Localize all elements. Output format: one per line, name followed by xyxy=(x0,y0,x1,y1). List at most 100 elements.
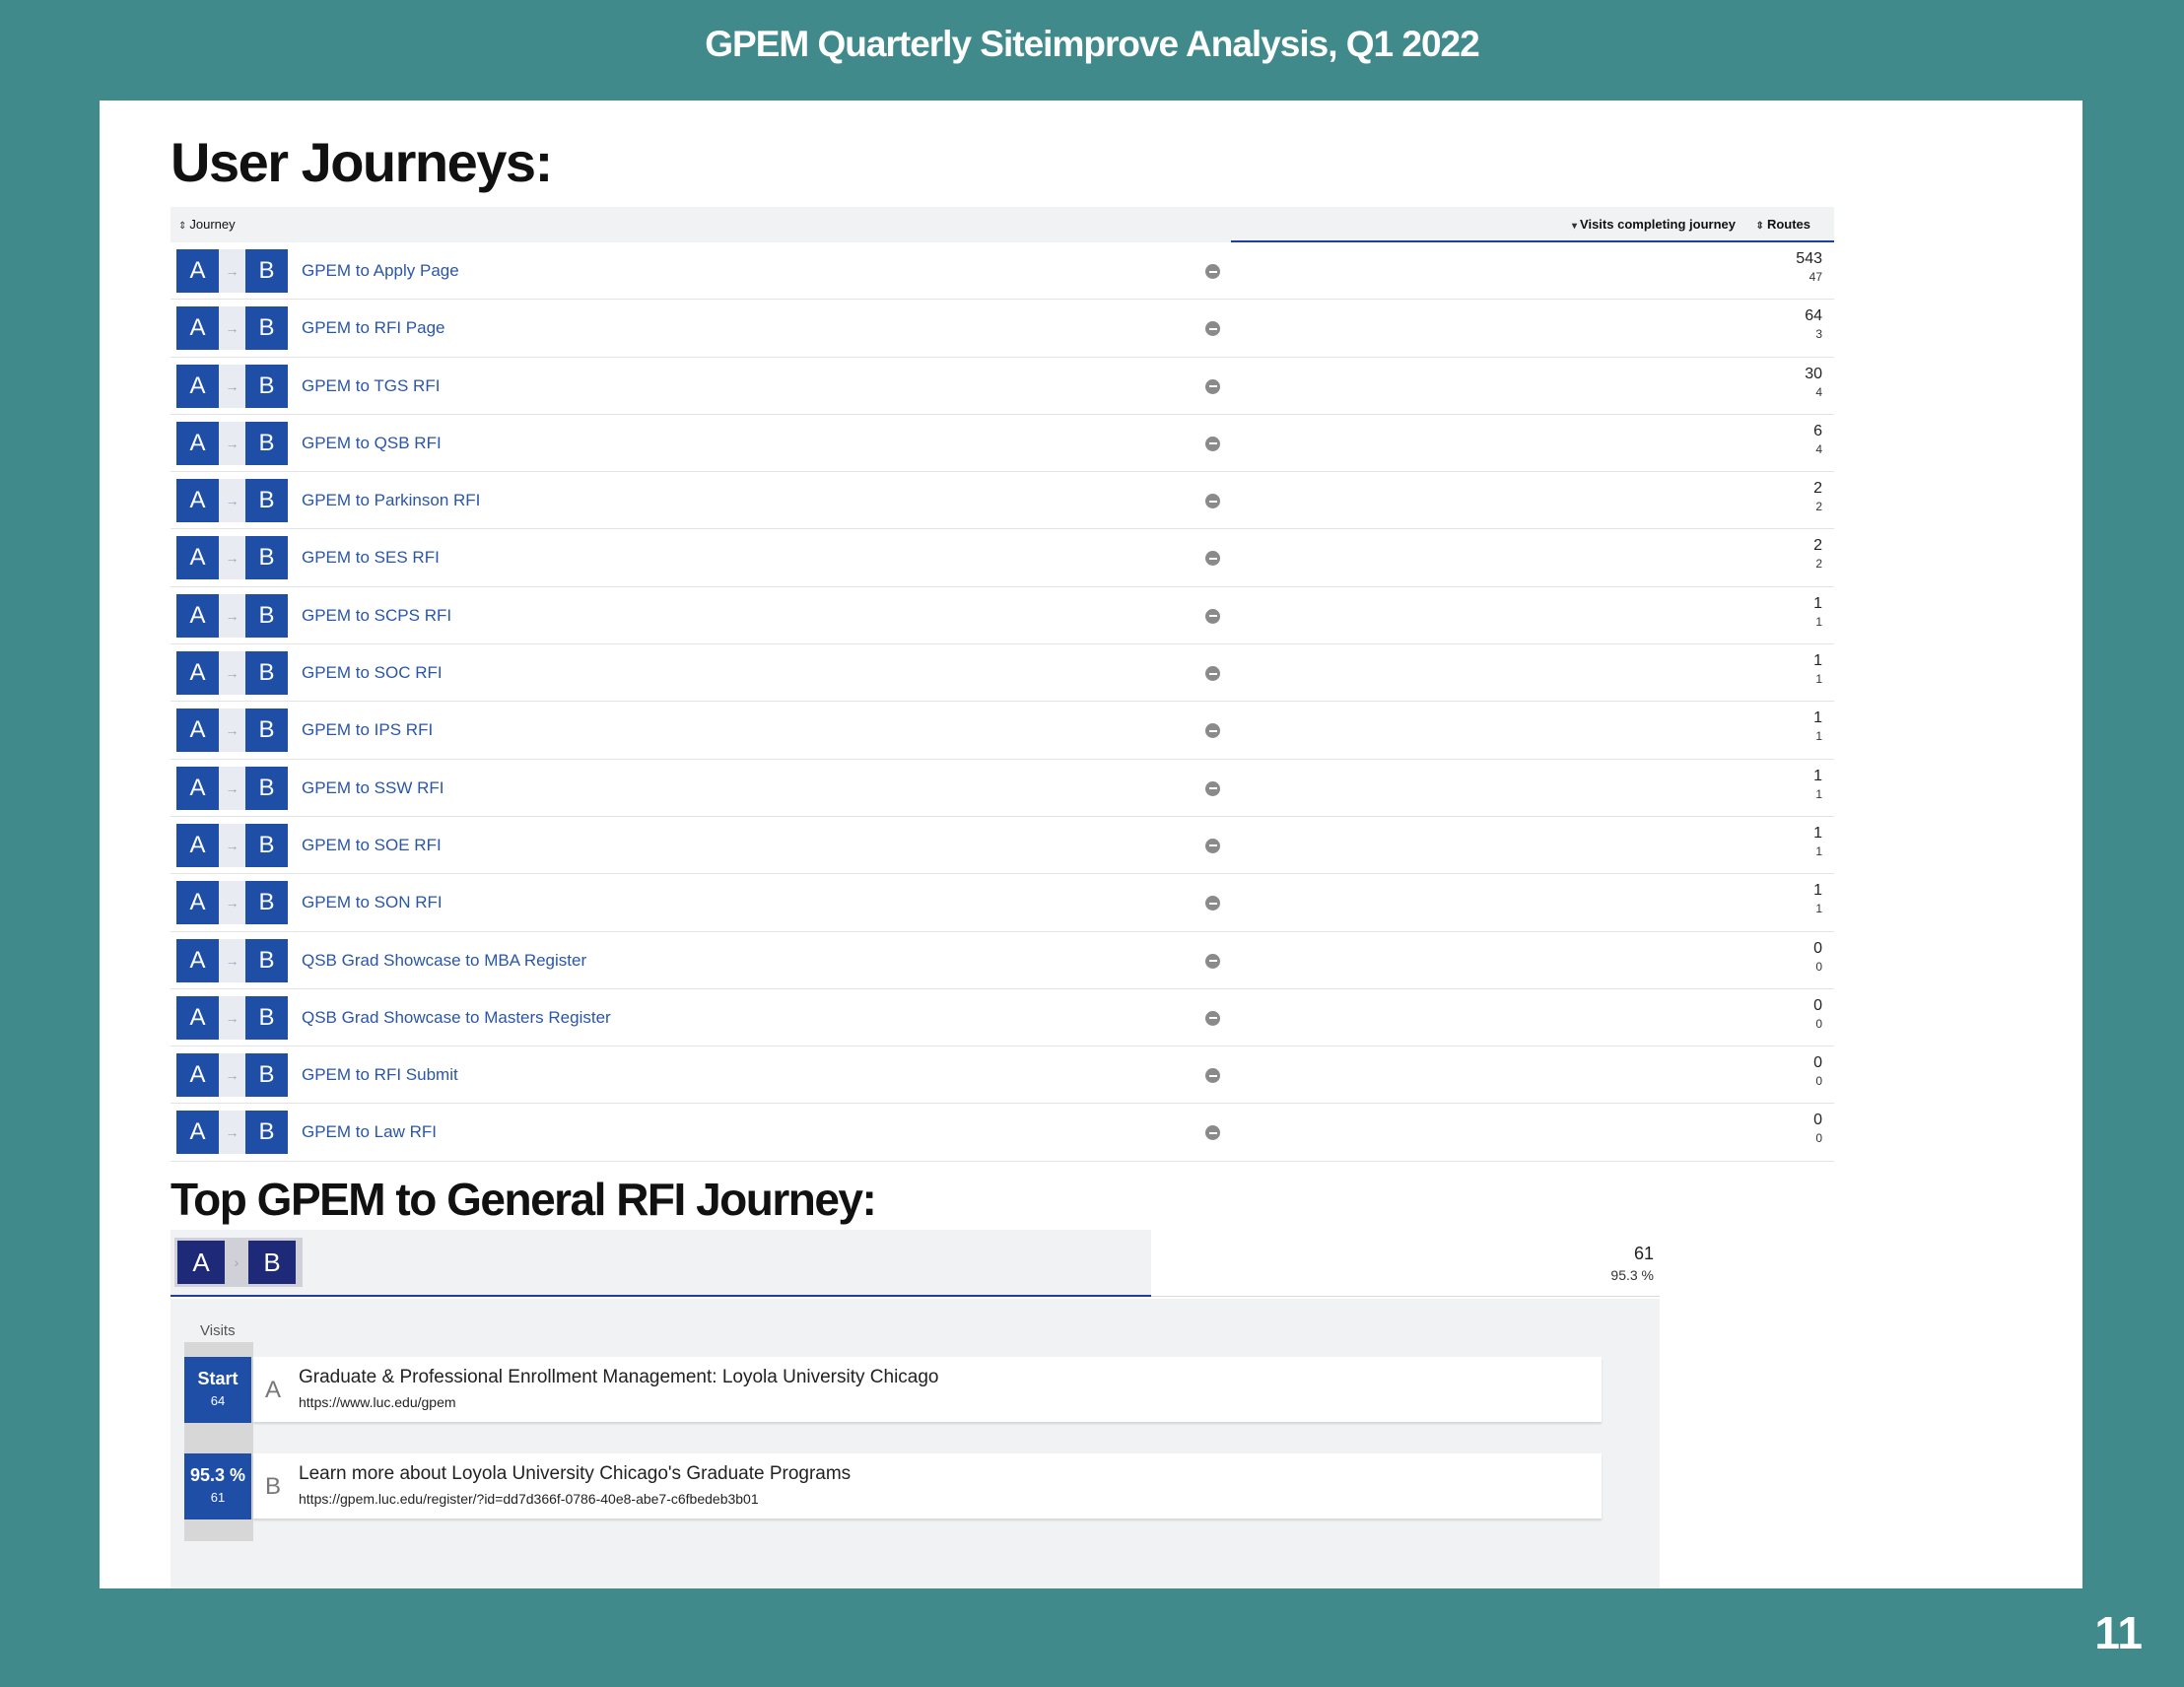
more-options-icon[interactable] xyxy=(1205,1068,1220,1084)
start-step-count: 64 xyxy=(210,1393,226,1408)
arrow-right-icon: → xyxy=(219,881,245,925)
arrow-right-icon: → xyxy=(219,823,245,867)
routes-value: 2 xyxy=(1815,557,1822,572)
more-options-icon[interactable] xyxy=(1205,494,1220,509)
ab-badge: A → B xyxy=(176,421,288,465)
column-header-visits[interactable]: ▾ Visits completing journey xyxy=(1572,217,1736,232)
table-row[interactable]: A → B GPEM to Law RFI 0 0 xyxy=(171,1104,1834,1162)
table-row[interactable]: A → B GPEM to SSW RFI 1 1 xyxy=(171,760,1834,817)
table-row[interactable]: A → B GPEM to SCPS RFI 1 1 xyxy=(171,587,1834,645)
end-point-icon: B xyxy=(248,1241,296,1284)
column-header-journey[interactable]: ⇕ Journey xyxy=(178,217,236,232)
journey-link[interactable]: GPEM to SON RFI xyxy=(302,893,443,912)
table-row[interactable]: A → B GPEM to QSB RFI 6 4 xyxy=(171,415,1834,473)
more-options-icon[interactable] xyxy=(1205,1010,1220,1026)
start-point-icon: A xyxy=(176,479,219,523)
routes-value: 4 xyxy=(1815,384,1822,399)
table-row[interactable]: A → B QSB Grad Showcase to Masters Register… xyxy=(171,989,1834,1047)
routes-value: 1 xyxy=(1815,672,1822,687)
table-row[interactable]: A → B GPEM to IPS RFI 1 1 xyxy=(171,702,1834,760)
column-header-routes[interactable]: ⇕ Routes xyxy=(1756,217,1810,232)
more-options-icon[interactable] xyxy=(1205,896,1220,911)
ab-badge: A → B xyxy=(176,651,288,696)
more-options-icon[interactable] xyxy=(1205,436,1220,451)
start-step-label: Start xyxy=(197,1369,239,1388)
top-journey-header[interactable]: A › B 61 95.3 % xyxy=(171,1230,1660,1299)
top-journey-visits: 61 xyxy=(1633,1244,1654,1263)
journey-link[interactable]: GPEM to Apply Page xyxy=(302,261,459,281)
top-journey-stats: 61 95.3 % xyxy=(1151,1230,1660,1297)
journey-link[interactable]: GPEM to SOE RFI xyxy=(302,836,442,855)
journey-link[interactable]: GPEM to SOC RFI xyxy=(302,663,443,683)
column-header-journey-label: Journey xyxy=(189,217,236,232)
start-point-icon: A xyxy=(176,766,219,810)
journey-link[interactable]: GPEM to SES RFI xyxy=(302,548,440,568)
routes-value: 47 xyxy=(1809,270,1822,284)
journey-link[interactable]: GPEM to RFI Page xyxy=(302,318,445,338)
more-options-icon[interactable] xyxy=(1205,838,1220,853)
arrow-right-icon: → xyxy=(219,593,245,638)
start-point-icon: A xyxy=(176,1053,219,1098)
more-options-icon[interactable] xyxy=(1205,551,1220,567)
visits-value: 2 xyxy=(1813,537,1822,555)
more-options-icon[interactable] xyxy=(1205,264,1220,279)
journey-link[interactable]: GPEM to IPS RFI xyxy=(302,720,433,740)
visits-value: 543 xyxy=(1796,250,1822,267)
end-point-icon: B xyxy=(245,249,288,293)
step-card-a[interactable]: A Graduate & Professional Enrollment Man… xyxy=(253,1357,1602,1422)
table-row[interactable]: A → B GPEM to SON RFI 1 1 xyxy=(171,874,1834,932)
visits-value: 6 xyxy=(1813,422,1822,439)
step-card-b[interactable]: B Learn more about Loyola University Chi… xyxy=(253,1453,1602,1518)
table-row[interactable]: A → B GPEM to Apply Page 543 47 xyxy=(171,242,1834,301)
journey-link[interactable]: QSB Grad Showcase to Masters Register xyxy=(302,1008,611,1028)
visits-value: 1 xyxy=(1813,594,1822,612)
end-step: 95.3 % 61 xyxy=(184,1453,251,1519)
more-options-icon[interactable] xyxy=(1205,321,1220,337)
end-point-icon: B xyxy=(245,823,288,867)
ab-badge: A → B xyxy=(176,938,288,982)
journey-link[interactable]: GPEM to SCPS RFI xyxy=(302,606,451,626)
more-options-icon[interactable] xyxy=(1205,1125,1220,1141)
visits-value: 1 xyxy=(1813,882,1822,900)
journey-link[interactable]: GPEM to RFI Submit xyxy=(302,1065,458,1085)
journey-link[interactable]: GPEM to Law RFI xyxy=(302,1122,437,1142)
arrow-right-icon: → xyxy=(219,938,245,982)
routes-value: 1 xyxy=(1815,844,1822,858)
journey-link[interactable]: GPEM to SSW RFI xyxy=(302,778,444,798)
journey-link[interactable]: GPEM to Parkinson RFI xyxy=(302,491,480,510)
end-point-icon: B xyxy=(245,766,288,810)
journey-link[interactable]: QSB Grad Showcase to MBA Register xyxy=(302,951,586,971)
routes-value: 1 xyxy=(1815,786,1822,801)
more-options-icon[interactable] xyxy=(1205,780,1220,796)
more-options-icon[interactable] xyxy=(1205,666,1220,682)
more-options-icon[interactable] xyxy=(1205,378,1220,394)
ab-badge: A → B xyxy=(176,306,288,351)
routes-value: 0 xyxy=(1815,959,1822,974)
end-point-icon: B xyxy=(245,881,288,925)
table-row[interactable]: A → B GPEM to TGS RFI 30 4 xyxy=(171,358,1834,415)
sort-descending-icon: ▾ xyxy=(1572,221,1578,232)
arrow-right-icon: → xyxy=(219,479,245,523)
table-row[interactable]: A → B GPEM to SOE RFI 1 1 xyxy=(171,817,1834,875)
ab-badge: A → B xyxy=(176,249,288,293)
table-row[interactable]: A → B GPEM to RFI Page 64 3 xyxy=(171,300,1834,358)
table-row[interactable]: A → B GPEM to Parkinson RFI 2 2 xyxy=(171,472,1834,530)
journey-link[interactable]: GPEM to QSB RFI xyxy=(302,434,442,453)
end-step-label: 95.3 % xyxy=(189,1465,246,1485)
start-point-icon: A xyxy=(176,995,219,1040)
more-options-icon[interactable] xyxy=(1205,723,1220,739)
more-options-icon[interactable] xyxy=(1205,953,1220,969)
table-row[interactable]: A → B QSB Grad Showcase to MBA Register 0 0 xyxy=(171,932,1834,989)
table-row[interactable]: A → B GPEM to SES RFI 2 2 xyxy=(171,529,1834,587)
journey-link[interactable]: GPEM to TGS RFI xyxy=(302,376,440,396)
end-point-icon: B xyxy=(245,995,288,1040)
ab-badge: A → B xyxy=(176,479,288,523)
more-options-icon[interactable] xyxy=(1205,608,1220,624)
start-point-icon: A xyxy=(176,823,219,867)
table-row[interactable]: A → B GPEM to RFI Submit 0 0 xyxy=(171,1046,1834,1105)
routes-value: 2 xyxy=(1815,500,1822,514)
table-row[interactable]: A → B GPEM to SOC RFI 1 1 xyxy=(171,644,1834,703)
visits-value: 0 xyxy=(1813,939,1822,957)
step-url-a[interactable]: https://www.luc.edu/gpem xyxy=(299,1394,456,1410)
step-url-b[interactable]: https://gpem.luc.edu/register/?id=dd7d36… xyxy=(299,1491,759,1507)
